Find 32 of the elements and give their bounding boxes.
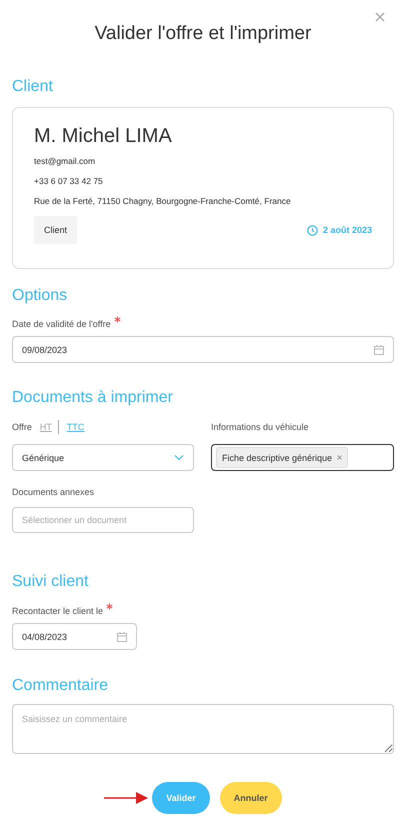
cancel-button[interactable]: Annuler [220,782,282,814]
date-field[interactable]: 04/08/2023 [12,623,137,650]
field-label: Informations du véhicule [211,422,309,432]
client-tag: Client [34,216,78,244]
client-date: 2 août 2023 [322,225,372,235]
client-name: M. Michel LIMA [34,125,173,147]
field-label: Documents annexes [12,487,94,497]
client-address: Rue de la Ferté, 71150 Chagny, Bourgogne-Franche-Comté, France [34,196,292,206]
chevron-down-icon [174,454,184,461]
annotation-arrow [104,792,148,804]
section-heading: Client [12,77,54,97]
client-phone: +33 6 07 33 42 75 [34,176,104,186]
document-field[interactable]: Sélectionner un document [12,507,194,533]
calendar-icon [117,632,127,642]
field-label: Offre [12,422,32,432]
clock-icon [306,224,318,236]
vehicle-select[interactable]: Fiche descriptive générique [211,444,394,471]
section-heading: Suivi client [12,572,90,592]
field-label: Date de validité de l'offre [12,319,111,329]
section-heading: Commentaire [12,676,110,696]
client-email: test@gmail.com [34,156,96,166]
field-label: Recontacter le client le [12,606,104,616]
comment-field[interactable]: Saisissez un commentaire [12,704,394,754]
section-heading: Documents à imprimer [12,388,174,408]
close-icon[interactable] [375,12,385,22]
date-field[interactable]: 09/08/2023 [12,336,394,363]
dialog-title: Valider l'offre et l'imprimer [94,23,312,45]
calendar-icon [374,344,384,354]
remove-icon [337,455,342,460]
offer-select[interactable]: Générique [12,444,194,471]
tag-chip[interactable]: Fiche descriptive générique [216,447,348,468]
section-heading: Options [12,286,68,306]
